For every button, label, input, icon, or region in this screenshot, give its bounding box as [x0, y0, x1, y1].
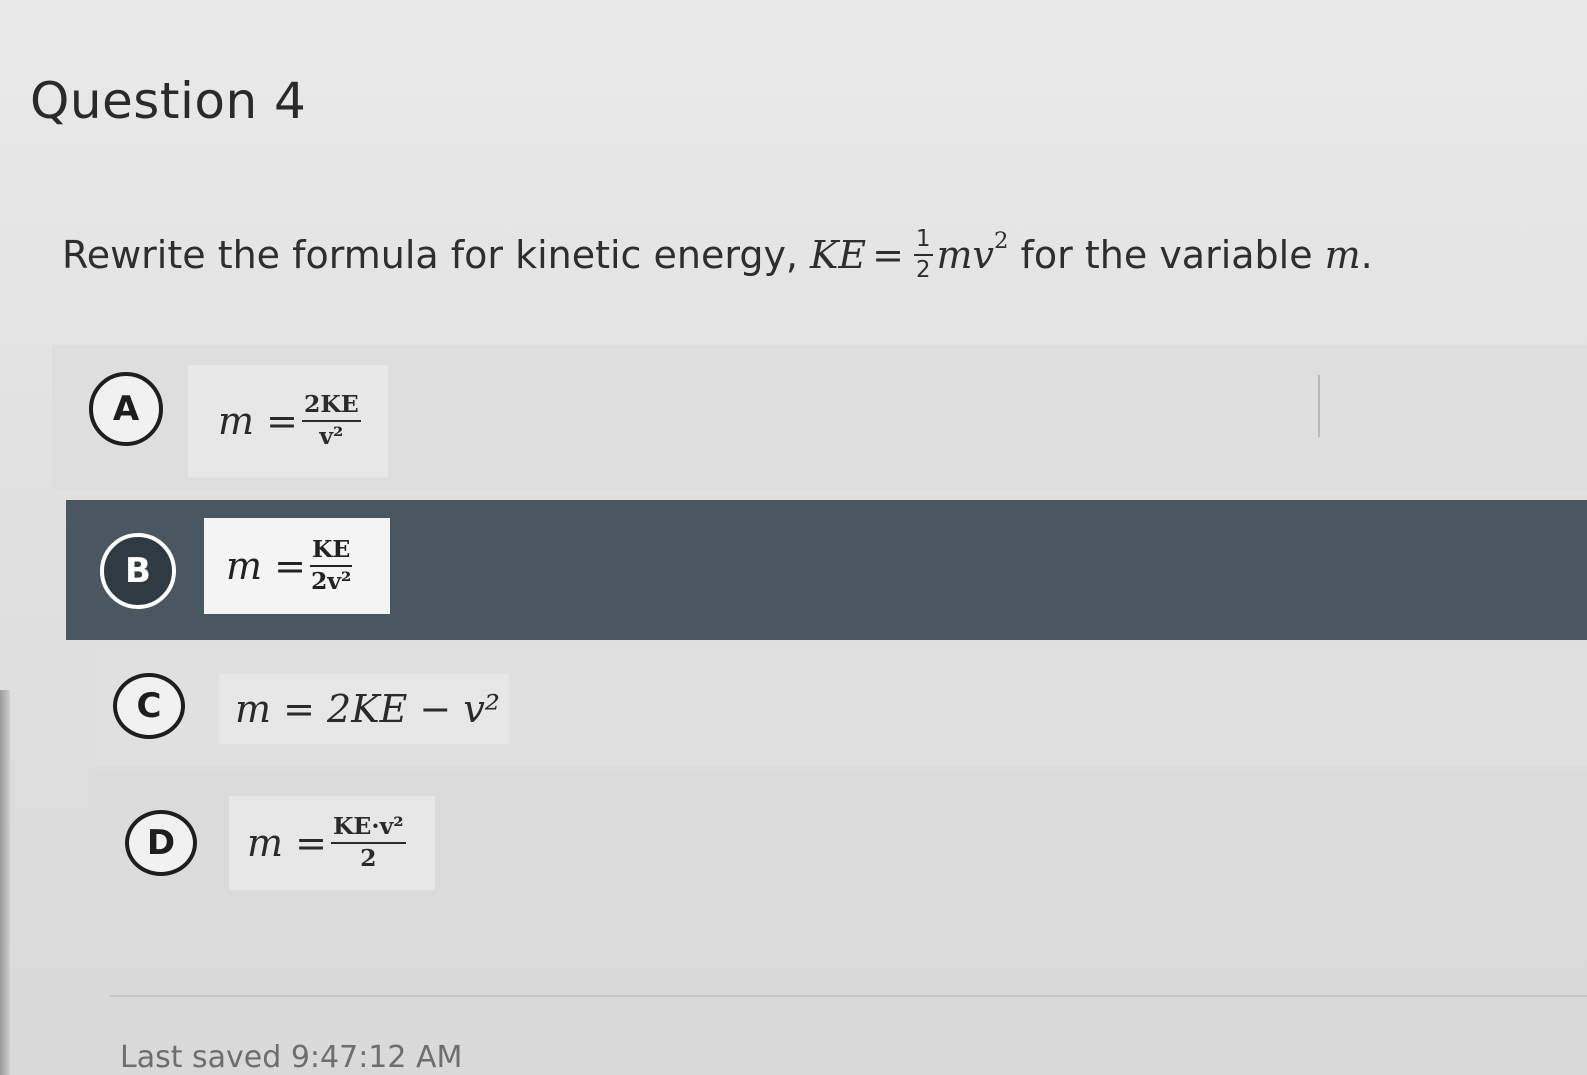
target-variable: m	[1324, 232, 1361, 277]
formula-term: mv	[936, 232, 995, 277]
equation-fraction: 2KE v²	[301, 393, 361, 450]
choice-c-equation: m = 2KE − v²	[219, 674, 509, 744]
choice-letter-a: A	[89, 372, 163, 446]
prompt-text-after: for the variable	[1020, 232, 1313, 277]
choice-d-equation: m = KE·v² 2	[229, 796, 435, 890]
choice-letter-c: C	[113, 673, 185, 739]
choice-letter-d: D	[125, 810, 197, 876]
fraction-numerator: 2KE	[301, 393, 361, 422]
prompt-text: Rewrite the formula for kinetic energy,	[62, 232, 799, 277]
answer-choice-a[interactable]: A m = 2KE v²	[52, 345, 1587, 490]
choice-a-equation: m = 2KE v²	[188, 365, 388, 477]
prompt-period: .	[1360, 232, 1373, 277]
formula-exponent: 2	[994, 227, 1009, 254]
fraction-denominator: 2	[916, 256, 931, 283]
footer-divider	[110, 995, 1587, 997]
last-saved-status: Last saved 9:47:12 AM	[120, 1040, 463, 1075]
fraction-denominator: 2	[360, 844, 377, 872]
screen-edge	[0, 690, 10, 1075]
question-prompt: Rewrite the formula for kinetic energy, …	[62, 228, 1373, 282]
equation-fraction: KE·v² 2	[330, 815, 406, 872]
text-cursor	[1318, 375, 1320, 437]
answer-choice-c[interactable]: C m = 2KE − v²	[95, 648, 1587, 766]
equation-fraction: KE 2v²	[309, 538, 353, 595]
answer-choice-b[interactable]: B m = KE 2v²	[66, 500, 1587, 640]
fraction-numerator: KE	[309, 538, 353, 567]
formula-lhs: KE	[810, 232, 867, 277]
equation-lhs: m =	[226, 544, 306, 588]
equation-lhs: m =	[247, 821, 327, 865]
choice-letter-b: B	[100, 533, 176, 609]
formula-fraction: 1 2	[914, 228, 933, 282]
formula-equals: =	[872, 232, 904, 277]
choice-b-equation: m = KE 2v²	[204, 518, 390, 614]
question-title: Question 4	[30, 72, 307, 130]
fraction-numerator: KE·v²	[330, 815, 406, 844]
fraction-numerator: 1	[914, 228, 933, 256]
fraction-denominator: 2v²	[310, 567, 352, 595]
equation-lhs: m =	[218, 399, 298, 443]
fraction-denominator: v²	[319, 422, 344, 450]
answer-choice-d[interactable]: D m = KE·v² 2	[95, 770, 1587, 910]
